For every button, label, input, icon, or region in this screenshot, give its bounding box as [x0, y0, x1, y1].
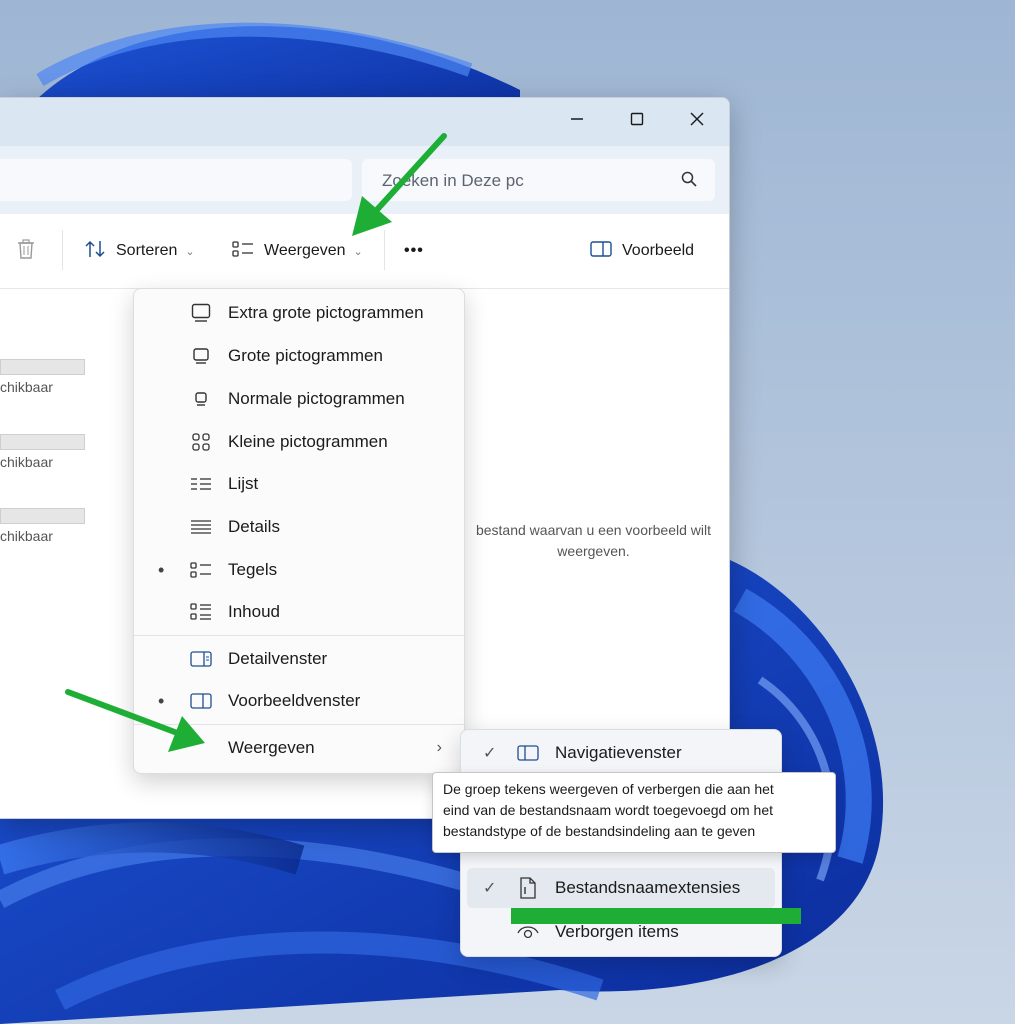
- chevron-down-icon: ⌄: [185, 245, 195, 258]
- view-label: Weergeven: [264, 242, 346, 259]
- menu-item-extra-large-icons[interactable]: Extra grote pictogrammen: [134, 293, 464, 333]
- file-extensions-tooltip: De groep tekens weergeven of verbergen d…: [432, 772, 836, 853]
- minimize-button[interactable]: [554, 104, 600, 138]
- command-bar: Sorteren ⌄ Weergeven ⌄ ••• Voorbeeld: [0, 214, 729, 289]
- sort-button[interactable]: Sorteren ⌄: [84, 236, 195, 266]
- menu-item-tiles[interactable]: • Tegels: [134, 550, 464, 590]
- menu-item-label: Detailvenster: [228, 649, 328, 668]
- eye-icon: [517, 921, 539, 943]
- menu-item-label: Weergeven: [228, 738, 315, 757]
- preview-pane-icon: [190, 690, 212, 712]
- menu-item-label: Lijst: [228, 474, 259, 493]
- menu-separator: [134, 724, 464, 725]
- menu-separator: [134, 635, 464, 636]
- menu-item-label: Tegels: [228, 560, 278, 579]
- menu-item-label: Inhoud: [228, 602, 280, 621]
- tiles-icon: [232, 240, 254, 263]
- search-icon: [681, 171, 697, 192]
- view-button[interactable]: Weergeven ⌄: [232, 236, 363, 266]
- submenu-item-label: Bestandsnaamextensies: [555, 878, 741, 897]
- chevron-right-icon: ›: [436, 739, 442, 756]
- menu-item-details[interactable]: Details: [134, 507, 464, 547]
- menu-item-details-pane[interactable]: Detailvenster: [134, 639, 464, 679]
- drive-item[interactable]: chikbaar: [0, 434, 90, 470]
- drive-status: chikbaar: [0, 379, 53, 395]
- minimize-icon: [570, 112, 584, 131]
- preview-button[interactable]: Voorbeeld: [590, 236, 694, 266]
- content-icon: [190, 601, 212, 623]
- toolbar-separator: [384, 230, 385, 270]
- menu-item-preview-pane[interactable]: • Voorbeeldvenster: [134, 681, 464, 721]
- menu-item-small-icons[interactable]: Kleine pictogrammen: [134, 422, 464, 462]
- delete-button[interactable]: [16, 236, 36, 266]
- drive-item[interactable]: chikbaar: [0, 508, 90, 544]
- monitor-large-icon: [190, 302, 212, 324]
- preview-pane-message: bestand waarvan u een voorbeeld wilt wee…: [456, 520, 729, 562]
- file-extension-icon: [517, 877, 539, 899]
- checkmark-icon: ✓: [483, 880, 497, 897]
- menu-item-label: Normale pictogrammen: [228, 389, 405, 408]
- list-icon: [190, 473, 212, 495]
- search-box[interactable]: Zoeken in Deze pc: [362, 159, 715, 201]
- trash-icon: [16, 238, 36, 265]
- menu-item-label: Extra grote pictogrammen: [228, 303, 424, 322]
- selected-bullet: •: [158, 559, 165, 580]
- toolbar-separator: [62, 230, 63, 270]
- drive-usage-bar: [0, 508, 85, 524]
- search-input[interactable]: Zoeken in Deze pc: [382, 171, 524, 191]
- submenu-item-navigation-pane[interactable]: ✓ Navigatievenster: [467, 733, 775, 773]
- menu-item-label: Kleine pictogrammen: [228, 432, 388, 451]
- preview-label: Voorbeeld: [622, 242, 695, 259]
- drive-status: chikbaar: [0, 528, 53, 544]
- view-dropdown-menu: Extra grote pictogrammen Grote pictogram…: [133, 288, 465, 774]
- close-button[interactable]: [674, 104, 720, 138]
- menu-item-large-icons[interactable]: Grote pictogrammen: [134, 336, 464, 376]
- chevron-down-icon: ⌄: [353, 245, 363, 258]
- tooltip-line: De groep tekens weergeven of verbergen d…: [443, 781, 774, 797]
- submenu-item-label: Verborgen items: [555, 922, 679, 941]
- monitor-small-icon: [190, 388, 212, 410]
- details-icon: [190, 516, 212, 538]
- menu-item-label: Voorbeeldvenster: [228, 691, 361, 710]
- maximize-icon: [630, 112, 644, 131]
- menu-item-label: Grote pictogrammen: [228, 346, 383, 365]
- submenu-item-label: Navigatievenster: [555, 743, 682, 762]
- drive-usage-bar: [0, 359, 85, 375]
- address-row: Zoeken in Deze pc: [0, 146, 729, 214]
- preview-message-line: weergeven.: [557, 543, 630, 559]
- menu-item-show[interactable]: Weergeven ›: [134, 728, 464, 768]
- menu-item-content[interactable]: Inhoud: [134, 592, 464, 632]
- preview-message-line: bestand waarvan u een voorbeeld wilt: [475, 522, 712, 538]
- tiles-icon: [190, 559, 212, 581]
- address-bar[interactable]: [0, 159, 352, 201]
- navigation-pane-icon: [517, 742, 539, 764]
- drive-usage-bar: [0, 434, 85, 450]
- small-icons-grid-icon: [190, 431, 212, 453]
- details-pane-icon: [190, 648, 212, 670]
- checkmark-icon: ✓: [483, 745, 497, 762]
- submenu-item-file-extensions[interactable]: ✓ Bestandsnaamextensies: [467, 868, 775, 908]
- more-options-button[interactable]: •••: [404, 236, 424, 266]
- drive-status: chikbaar: [0, 454, 53, 470]
- sort-arrows-icon: [84, 239, 106, 264]
- tooltip-line: bestandstype of de bestandsindeling aan …: [443, 823, 756, 839]
- tooltip-line: eind van de bestandsnaam wordt toegevoeg…: [443, 802, 774, 818]
- close-icon: [690, 112, 704, 131]
- title-bar: [0, 98, 729, 146]
- submenu-item-hidden-items[interactable]: Verborgen items: [467, 912, 775, 952]
- preview-pane-icon: [590, 240, 612, 263]
- menu-item-medium-icons[interactable]: Normale pictogrammen: [134, 379, 464, 419]
- maximize-button[interactable]: [614, 104, 660, 138]
- drive-item[interactable]: chikbaar: [0, 359, 90, 395]
- sort-label: Sorteren: [116, 242, 178, 259]
- menu-item-label: Details: [228, 517, 280, 536]
- selected-bullet: •: [158, 690, 165, 711]
- monitor-icon: [190, 345, 212, 367]
- menu-item-list[interactable]: Lijst: [134, 464, 464, 504]
